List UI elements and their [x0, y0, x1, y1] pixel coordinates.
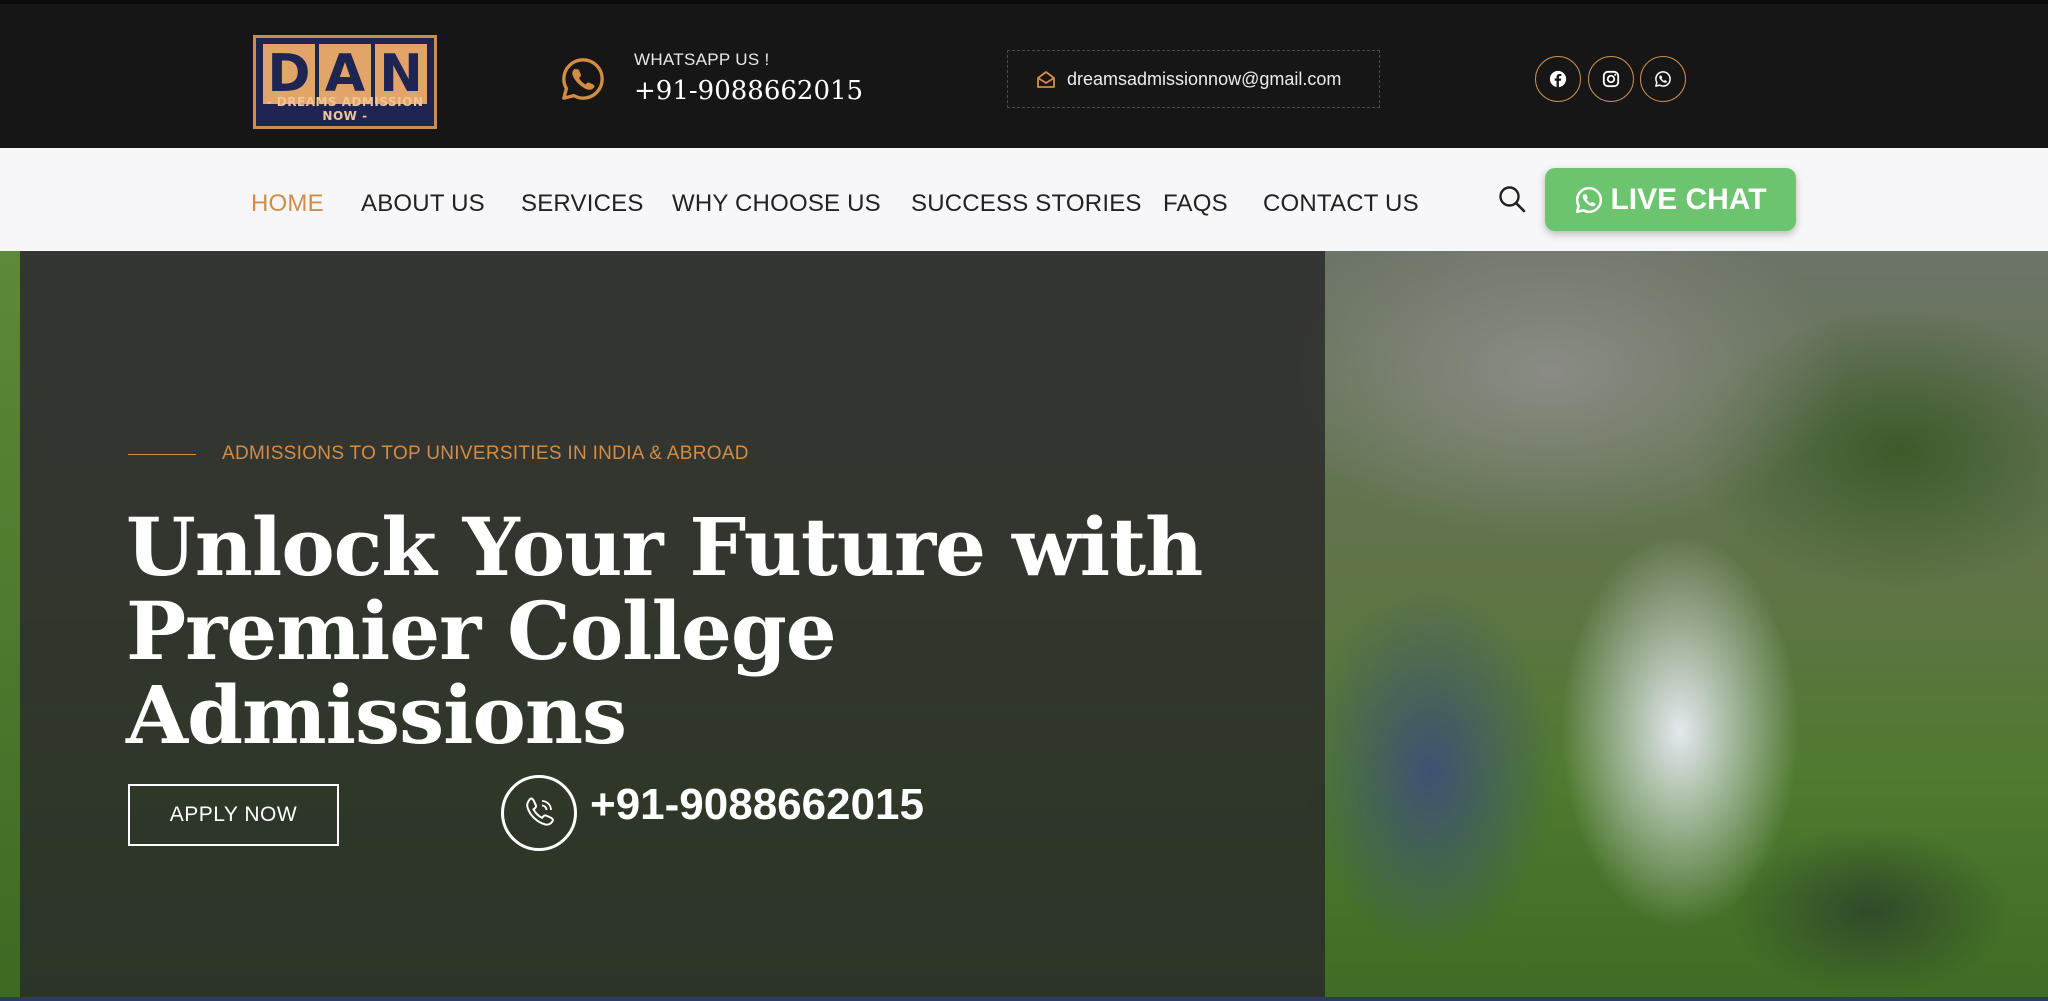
site-logo[interactable]: D A N - DREAMS ADMISSION NOW -	[253, 35, 437, 129]
live-chat-button[interactable]: LIVE CHAT	[1545, 168, 1796, 231]
nav-item-success-stories[interactable]: SUCCESS STORIES	[911, 190, 1142, 218]
nav-item-faqs[interactable]: FAQS	[1163, 190, 1228, 218]
hero-title-line-1: Unlock Your Future with	[126, 500, 1203, 594]
facebook-link[interactable]	[1535, 56, 1581, 102]
hero-phone-number[interactable]: +91-9088662015	[590, 780, 924, 830]
hero-bottom-border	[0, 997, 2048, 1001]
hero-tagline: ADMISSIONS TO TOP UNIVERSITIES IN INDIA …	[222, 443, 749, 464]
top-bar: D A N - DREAMS ADMISSION NOW - WHATSAPP …	[0, 0, 2048, 148]
hero-title-line-2: Premier College Admissions	[126, 584, 837, 762]
live-chat-label: LIVE CHAT	[1610, 182, 1767, 216]
nav-item-why-choose-us[interactable]: WHY CHOOSE US	[672, 190, 881, 218]
email-icon	[1037, 71, 1055, 88]
logo-subtitle: - DREAMS ADMISSION NOW -	[266, 95, 424, 123]
facebook-icon	[1549, 70, 1567, 88]
nav-item-home[interactable]: HOME	[251, 190, 324, 218]
email-box[interactable]: dreamsadmissionnow@gmail.com	[1007, 50, 1380, 108]
instagram-icon	[1602, 70, 1620, 88]
phone-icon	[526, 797, 554, 826]
whatsapp-icon	[1576, 186, 1603, 213]
hero-edge-strip	[0, 251, 20, 1001]
whatsapp-link[interactable]	[1640, 56, 1686, 102]
email-address: dreamsadmissionnow@gmail.com	[1067, 69, 1342, 89]
whatsapp-icon	[562, 58, 604, 100]
apply-now-button[interactable]: APPLY NOW	[128, 784, 339, 846]
search-icon[interactable]	[1497, 184, 1527, 214]
hero-title: Unlock Your Future with Premier College …	[126, 505, 1276, 757]
whatsapp-number[interactable]: +91-9088662015	[634, 76, 863, 106]
nav-item-about-us[interactable]: ABOUT US	[361, 190, 485, 218]
hero-section: ADMISSIONS TO TOP UNIVERSITIES IN INDIA …	[0, 251, 2048, 1001]
nav-item-services[interactable]: SERVICES	[521, 190, 644, 218]
instagram-link[interactable]	[1588, 56, 1634, 102]
nav-item-contact-us[interactable]: CONTACT US	[1263, 190, 1419, 218]
tagline-divider	[128, 454, 196, 455]
whatsapp-icon	[1655, 71, 1671, 87]
whatsapp-label: WHATSAPP US !	[634, 50, 770, 69]
apply-now-label: APPLY NOW	[169, 803, 298, 826]
phone-circle[interactable]	[501, 775, 577, 851]
